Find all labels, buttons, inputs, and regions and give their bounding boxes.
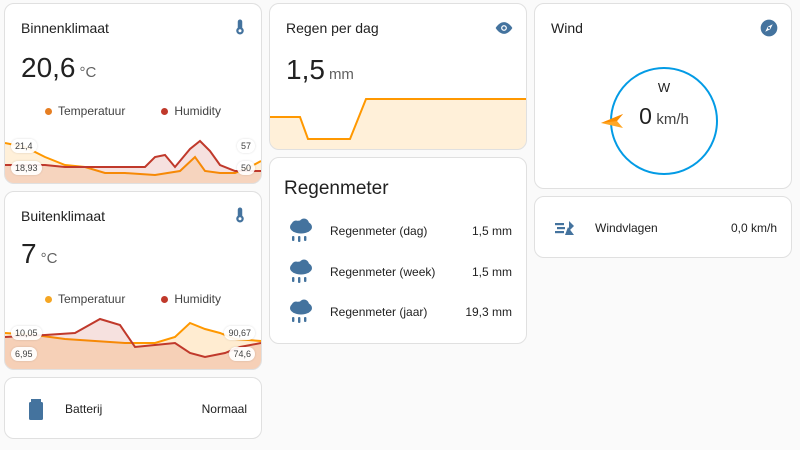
battery-icon [29,399,43,420]
batterij-name: Batterij [65,402,103,416]
thermometer-icon [236,207,244,223]
chart-label-right-bottom: 50 [236,161,255,175]
binnenklimaat-value: 20,6 °C [21,52,96,84]
eye-icon [495,22,513,34]
legend-temperature[interactable]: Temperatuur [44,292,125,306]
buitenklimaat-number: 7 [21,238,37,269]
buitenklimaat-unit: °C [40,250,58,267]
regenmeter-name: Regenmeter (week) [330,265,436,279]
buitenklimaat-value: 7 °C [21,238,57,270]
binnenklimaat-legend: Temperatuur Humidity [5,104,261,118]
regenmeter-name: Regenmeter (dag) [330,224,428,238]
windvlagen-name: Windvlagen [595,221,658,235]
regen-per-dag-unit: mm [328,66,354,83]
regen-per-dag-card[interactable]: Regen per dag 1,5 mm [269,3,527,150]
regen-per-dag-value: 1,5 mm [286,54,354,86]
chart-label-left-top: 10,05 [11,326,42,340]
wind-speed-number: 0 [639,103,652,129]
batterij-card[interactable]: Batterij Normaal [4,377,262,439]
chart-label-right-top: 57 [236,139,255,153]
regen-per-dag-number: 1,5 [286,54,325,85]
binnenklimaat-unit: °C [79,64,97,81]
wind-gust-icon [555,221,574,235]
binnenklimaat-title: Binnenklimaat [21,20,109,36]
rain-cloud-icon [290,299,312,323]
binnenklimaat-number: 20,6 [21,52,76,83]
batterij-row[interactable]: Batterij Normaal [21,394,247,424]
wind-speed-unit: km/h [656,111,689,128]
chart-label-left-top: 21,4 [11,139,37,153]
chart-label-right-bottom: 74,6 [229,347,255,361]
buitenklimaat-chart [5,317,261,369]
wind-card[interactable]: Wind W 0 km/h [534,3,792,189]
regenmeter-row-week[interactable]: Regenmeter (week) 1,5 mm [286,257,512,287]
regenmeter-row-dag[interactable]: Regenmeter (dag) 1,5 mm [286,216,512,246]
buitenklimaat-legend: Temperatuur Humidity [5,292,261,306]
chart-label-left-bottom: 6,95 [11,347,37,361]
regenmeter-row-jaar[interactable]: Regenmeter (jaar) 19,3 mm [286,297,512,327]
regenmeter-value: 19,3 mm [465,305,512,319]
binnenklimaat-chart [5,139,261,183]
regen-per-dag-chart [270,98,526,149]
chart-label-right-top: 90,67 [224,326,255,340]
regenmeter-value: 1,5 mm [471,224,512,238]
wind-compass-dial [601,67,718,175]
buitenklimaat-card[interactable]: Buitenklimaat 7 °C Temperatuur Humidity 1… [4,191,262,370]
legend-humidity[interactable]: Humidity [161,104,221,118]
windvlagen-row[interactable]: Windvlagen 0,0 km/h [551,213,777,243]
regenmeter-title: Regenmeter [284,178,389,199]
chart-label-left-bottom: 18,93 [11,161,42,175]
buitenklimaat-title: Buitenklimaat [21,208,106,224]
regenmeter-name: Regenmeter (jaar) [330,305,428,319]
binnenklimaat-card[interactable]: Binnenklimaat 20,6 °C Temperatuur Humidit… [4,3,262,184]
wind-direction-label: W [657,80,671,95]
rain-cloud-icon [290,218,312,242]
batterij-value: Normaal [201,402,247,416]
regenmeter-card[interactable]: Regenmeter Regenmeter (dag) 1,5 mm Regen… [269,157,527,344]
thermometer-icon [236,19,244,35]
windvlagen-card[interactable]: Windvlagen 0,0 km/h [534,196,792,258]
wind-speed: 0 km/h [535,103,791,130]
legend-humidity[interactable]: Humidity [161,292,221,306]
windvlagen-value: 0,0 km/h [730,221,777,235]
legend-temperature[interactable]: Temperatuur [44,104,125,118]
regen-per-dag-title: Regen per dag [286,20,379,36]
rain-cloud-icon [290,259,312,283]
regenmeter-value: 1,5 mm [471,265,512,279]
